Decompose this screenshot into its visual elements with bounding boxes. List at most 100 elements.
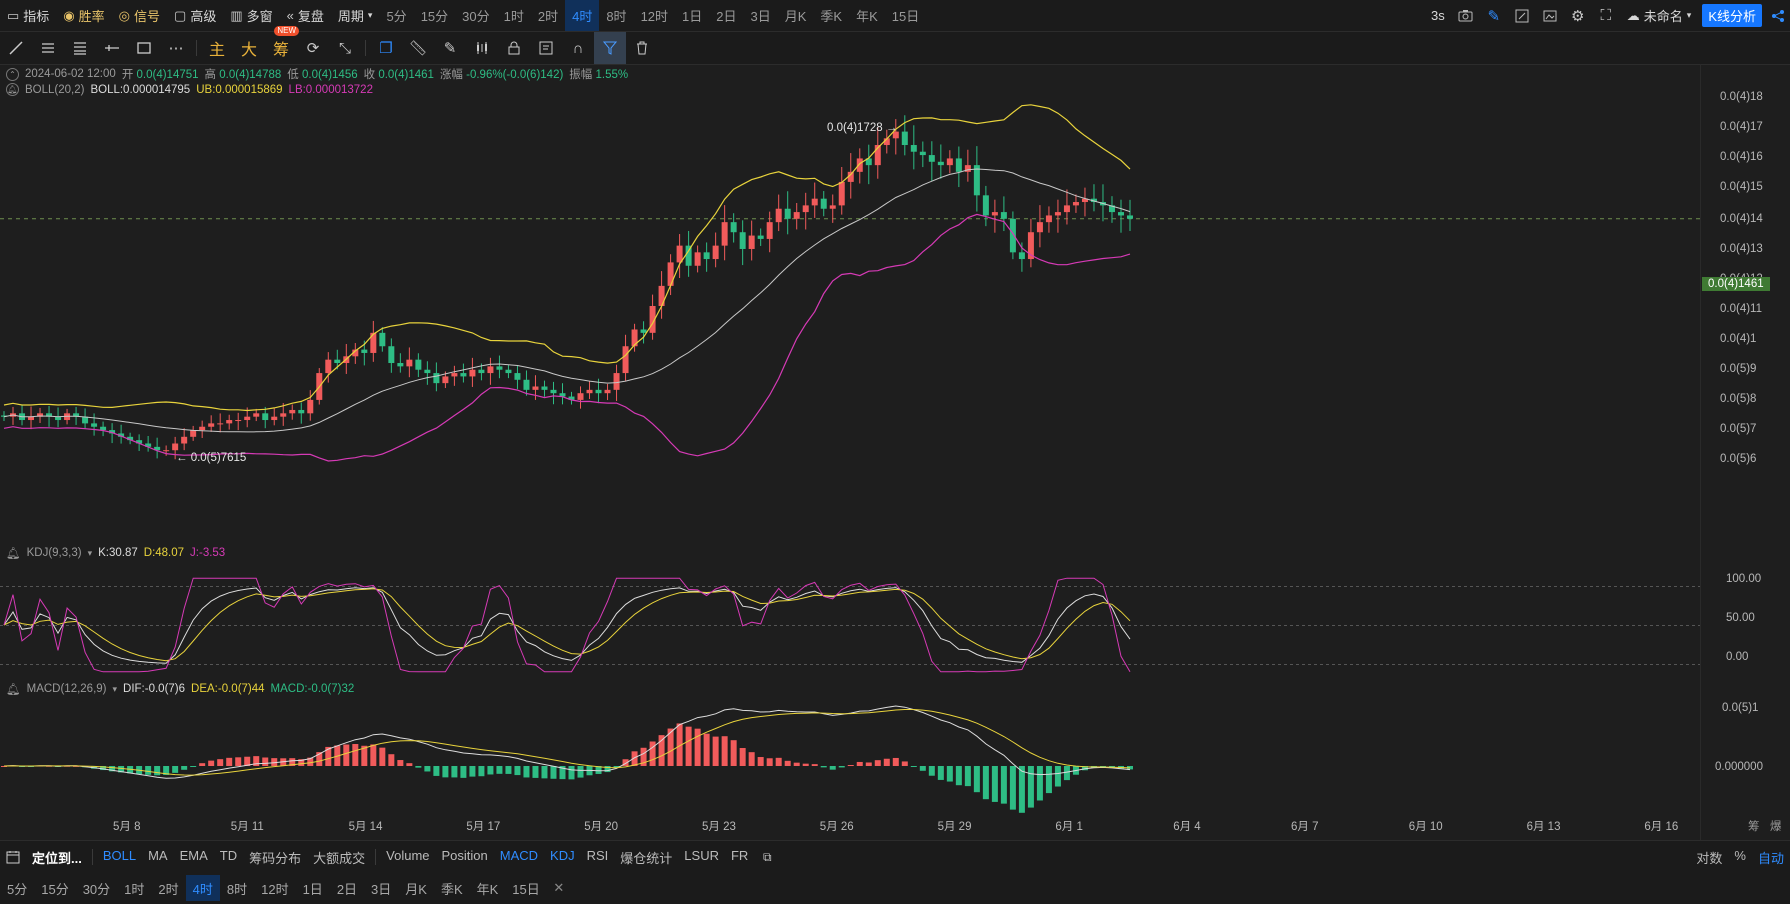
main-indicator-toggle[interactable]: MA (142, 848, 174, 867)
period-tab[interactable]: 4时 (565, 0, 600, 31)
chevron-down-icon[interactable]: ▾ (113, 684, 118, 695)
sub-indicator-toggle[interactable]: Position (436, 848, 494, 867)
cycle-icon[interactable]: ⟳ (297, 32, 329, 64)
bottom-period-tab[interactable]: 8时 (220, 875, 254, 901)
calendar-icon[interactable] (0, 841, 26, 873)
more-icon[interactable]: ⋯ (160, 32, 192, 64)
period-tab[interactable]: 2时 (531, 0, 565, 31)
bottom-period-tab[interactable]: 15日 (505, 875, 546, 901)
gear-icon[interactable]: ⚙ (1564, 0, 1592, 32)
auto-scale-option[interactable]: 自动 (1752, 848, 1790, 867)
macd-name[interactable]: MACD(12,26,9) (27, 683, 107, 695)
rectangle-icon[interactable] (128, 32, 160, 64)
parallel-lines-icon[interactable] (32, 32, 64, 64)
period-tab[interactable]: 5分 (379, 0, 413, 31)
bottom-period-tab[interactable]: 3日 (364, 875, 398, 901)
period-tab[interactable]: 30分 (455, 0, 496, 31)
lock-icon[interactable] (498, 32, 530, 64)
bottom-period-tab[interactable]: 季K (434, 875, 470, 901)
main-force-tool[interactable]: 主 (201, 32, 233, 64)
menu-item-winrate[interactable]: ◉ 胜率 (56, 6, 111, 25)
chart-canvas[interactable] (0, 64, 1790, 840)
bottom-period-tab[interactable]: 年K (470, 875, 506, 901)
main-indicator-toggle[interactable]: BOLL (97, 848, 142, 867)
share-icon[interactable] (1766, 0, 1790, 32)
chevron-down-icon[interactable]: ▾ (88, 548, 93, 559)
brush-icon[interactable]: ✎ (434, 32, 466, 64)
period-tab[interactable]: 15分 (414, 0, 455, 31)
chip-tool[interactable]: 筹 NEW (265, 26, 299, 64)
sub-indicator-toggle[interactable]: 爆仓统计 (614, 848, 678, 867)
candles-icon[interactable] (466, 32, 498, 64)
big-order-tool[interactable]: 大 (233, 32, 265, 64)
period-tab[interactable]: 8时 (599, 0, 633, 31)
ray-icon[interactable] (96, 32, 128, 64)
main-indicator-toggle[interactable]: 大额成交 (307, 848, 371, 867)
kdj-name[interactable]: KDJ(9,3,3) (27, 547, 82, 559)
bottom-period-tab[interactable]: 12时 (254, 875, 295, 901)
boll-name[interactable]: BOLL(20,2) (25, 84, 84, 96)
collapse-icon[interactable]: ⌃ (6, 67, 19, 81)
period-tab[interactable]: 3日 (744, 0, 778, 31)
menu-item-multi-window[interactable]: ▥ 多窗 (223, 6, 279, 25)
sub-indicator-toggle[interactable]: LSUR (678, 848, 725, 867)
bottom-period-tab[interactable]: 30分 (76, 875, 117, 901)
chart-area[interactable]: ⌃ 2024-06-02 12:00 开 0.0(4)14751 高 0.0(4… (0, 64, 1790, 840)
period-tab[interactable]: 12时 (634, 0, 675, 31)
bell-icon[interactable]: 🔔︎ (6, 682, 21, 696)
bottom-period-tab[interactable]: 1日 (296, 875, 330, 901)
close-icon[interactable]: ✕ (547, 872, 571, 904)
refresh-interval[interactable]: 3s (1424, 8, 1452, 23)
bottom-period-tab[interactable]: 4时 (185, 875, 220, 901)
liquidation-corner-label[interactable]: 爆 (1770, 818, 1782, 834)
bottom-period-tab[interactable]: 2日 (330, 875, 364, 901)
chip-corner-label[interactable]: 筹 (1748, 818, 1760, 834)
period-tab[interactable]: 季K (813, 0, 849, 31)
menu-item-advanced[interactable]: ▢ 高级 (167, 6, 223, 25)
period-dropdown[interactable]: 周期 ▾ (331, 6, 380, 25)
horizontal-lines-icon[interactable] (64, 32, 96, 64)
layout-name-dropdown[interactable]: ☁ 未命名 ▾ (1620, 6, 1699, 25)
pen-icon[interactable]: ✎ (1480, 0, 1508, 32)
bottom-period-tab[interactable]: 1时 (117, 875, 151, 901)
bell-icon[interactable]: 🔔︎ (6, 83, 19, 96)
log-scale-option[interactable]: 对数 (1690, 848, 1728, 867)
window-icon[interactable] (1508, 0, 1536, 32)
ruler-icon[interactable]: 📏︎ (402, 32, 434, 64)
bottom-period-tab[interactable]: 2时 (151, 875, 185, 901)
note-icon[interactable] (530, 32, 562, 64)
filter-icon[interactable] (594, 32, 626, 64)
main-indicator-toggle[interactable]: TD (214, 848, 243, 867)
sub-indicator-toggle[interactable]: Volume (380, 848, 435, 867)
main-indicator-toggle[interactable]: 筹码分布 (243, 848, 307, 867)
sub-indicator-toggle[interactable]: RSI (581, 848, 615, 867)
period-tab[interactable]: 月K (778, 0, 814, 31)
period-tab[interactable]: 15日 (885, 0, 926, 31)
fullscreen-icon[interactable]: ⛶ (1592, 0, 1620, 32)
sub-indicator-toggle[interactable]: MACD (494, 848, 544, 867)
sub-indicator-toggle[interactable]: KDJ (544, 848, 581, 867)
bell-icon[interactable]: 🔔︎ (6, 546, 21, 560)
menu-item-signal[interactable]: ◎ 信号 (112, 6, 167, 25)
image-icon[interactable] (1536, 0, 1564, 32)
bottom-period-tab[interactable]: 5分 (0, 875, 34, 901)
trend-line-icon[interactable] (0, 32, 32, 64)
copy-icon[interactable]: ❐ (370, 32, 402, 64)
kline-analysis-button[interactable]: K线分析 (1702, 4, 1762, 27)
period-tab[interactable]: 1日 (675, 0, 709, 31)
locate-button[interactable]: 定位到... (26, 848, 88, 867)
menu-item-indicator[interactable]: ▭ 指标 (0, 6, 56, 25)
sub-indicator-toggle[interactable]: FR (725, 848, 754, 867)
period-tab[interactable]: 2日 (709, 0, 743, 31)
trash-icon[interactable] (626, 32, 658, 64)
period-tab[interactable]: 年K (849, 0, 885, 31)
bottom-period-tab[interactable]: 月K (398, 875, 434, 901)
magnet-icon[interactable]: ∩ (562, 32, 594, 64)
bottom-period-tab[interactable]: 15分 (34, 875, 75, 901)
main-indicator-toggle[interactable]: EMA (174, 848, 214, 867)
camera-icon[interactable] (1452, 0, 1480, 32)
percent-scale-option[interactable]: % (1728, 848, 1752, 867)
period-tab[interactable]: 1时 (497, 0, 531, 31)
menu-item-replay[interactable]: «复盘 (280, 6, 331, 25)
edit-icon[interactable]: ⧉ (754, 841, 780, 873)
